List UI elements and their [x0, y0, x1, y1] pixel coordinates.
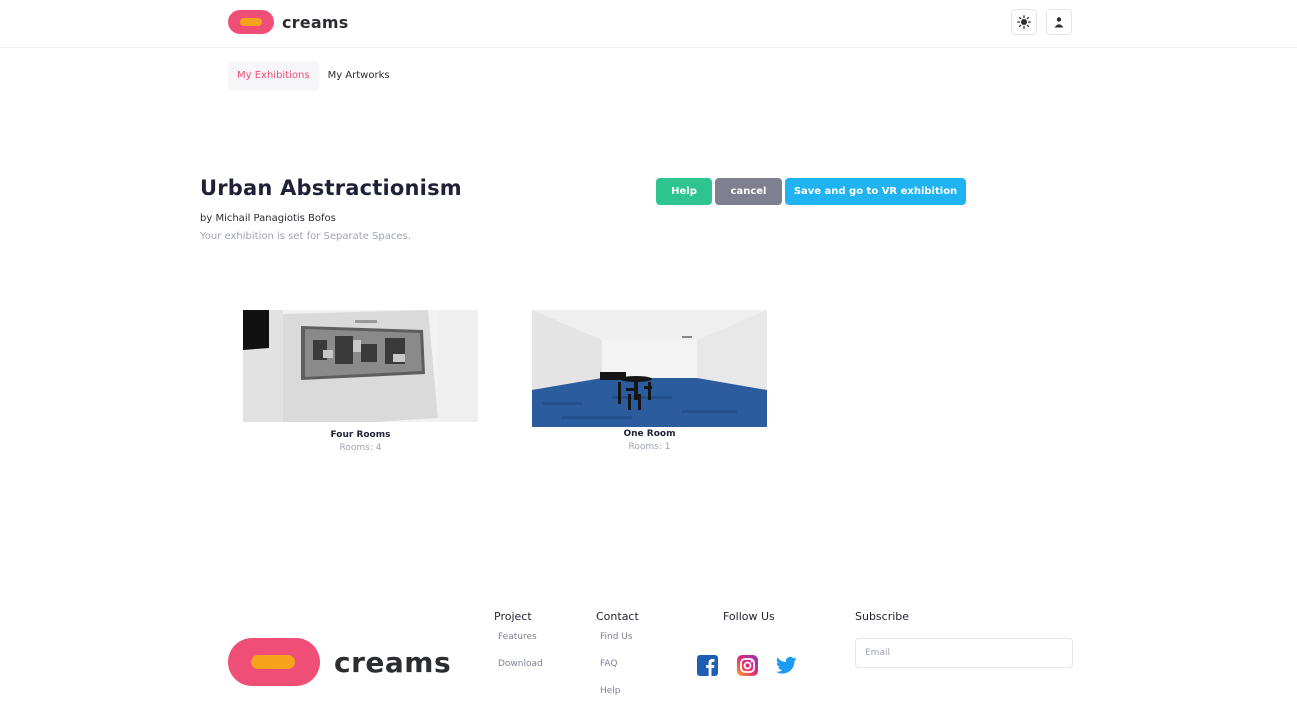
section-tabs: My Exhibitions My Artworks [228, 62, 399, 90]
room-name: Four Rooms [330, 430, 391, 440]
room-name: One Room [623, 429, 676, 439]
room-count: Rooms: 1 [628, 442, 671, 452]
tab-my-exhibitions[interactable]: My Exhibitions [228, 62, 319, 90]
creams-logo-icon [228, 10, 274, 34]
footer-heading: Subscribe [855, 610, 910, 623]
footer-link-download[interactable]: Download [498, 659, 543, 669]
creams-logo-icon [228, 638, 320, 686]
tab-my-artworks[interactable]: My Artworks [319, 62, 399, 90]
footer-contact-column: Contact Find Us FAQ Help [596, 610, 639, 696]
footer-link-faq[interactable]: FAQ [600, 659, 617, 669]
facebook-icon[interactable] [697, 655, 718, 676]
footer-subscribe-column: Subscribe [855, 610, 909, 623]
help-button[interactable]: Help [656, 178, 712, 205]
top-navbar: creams [0, 0, 1297, 48]
footer-heading: Follow Us [723, 610, 775, 623]
user-icon [1054, 17, 1064, 28]
footer-project-column: Project Features Download [494, 610, 543, 669]
twitter-icon[interactable] [776, 655, 797, 676]
brand-name: creams [282, 12, 349, 32]
footer-heading: Contact [596, 610, 639, 623]
room-card-one-room[interactable]: One Room Rooms: 1 [532, 310, 767, 452]
instagram-icon[interactable] [737, 655, 758, 676]
four-rooms-thumbnail [243, 310, 478, 428]
footer-brand-logo[interactable]: creams [228, 638, 451, 686]
exhibition-space-note: Your exhibition is set for Separate Spac… [200, 231, 411, 242]
footer-brand-name: creams [334, 645, 452, 679]
cancel-button[interactable]: cancel [715, 178, 782, 205]
footer-heading: Project [494, 610, 532, 623]
sun-icon [1017, 15, 1031, 29]
exhibition-author: by Michail Panagiotis Bofos [200, 213, 336, 224]
email-field[interactable] [855, 638, 1073, 668]
user-menu-button[interactable] [1046, 9, 1072, 35]
theme-toggle-button[interactable] [1011, 9, 1037, 35]
brand-logo[interactable]: creams [228, 10, 348, 34]
footer-link-find-us[interactable]: Find Us [600, 632, 633, 642]
footer-follow-column: Follow Us [723, 610, 775, 623]
exhibition-title: Urban Abstractionism [200, 176, 462, 200]
one-room-thumbnail [532, 310, 767, 427]
save-vr-exhibition-button[interactable]: Save and go to VR exhibition [785, 178, 966, 205]
footer-link-help[interactable]: Help [600, 686, 621, 696]
footer-link-features[interactable]: Features [498, 632, 537, 642]
room-card-four-rooms[interactable]: Four Rooms Rooms: 4 [243, 310, 478, 453]
room-count: Rooms: 4 [339, 443, 382, 453]
